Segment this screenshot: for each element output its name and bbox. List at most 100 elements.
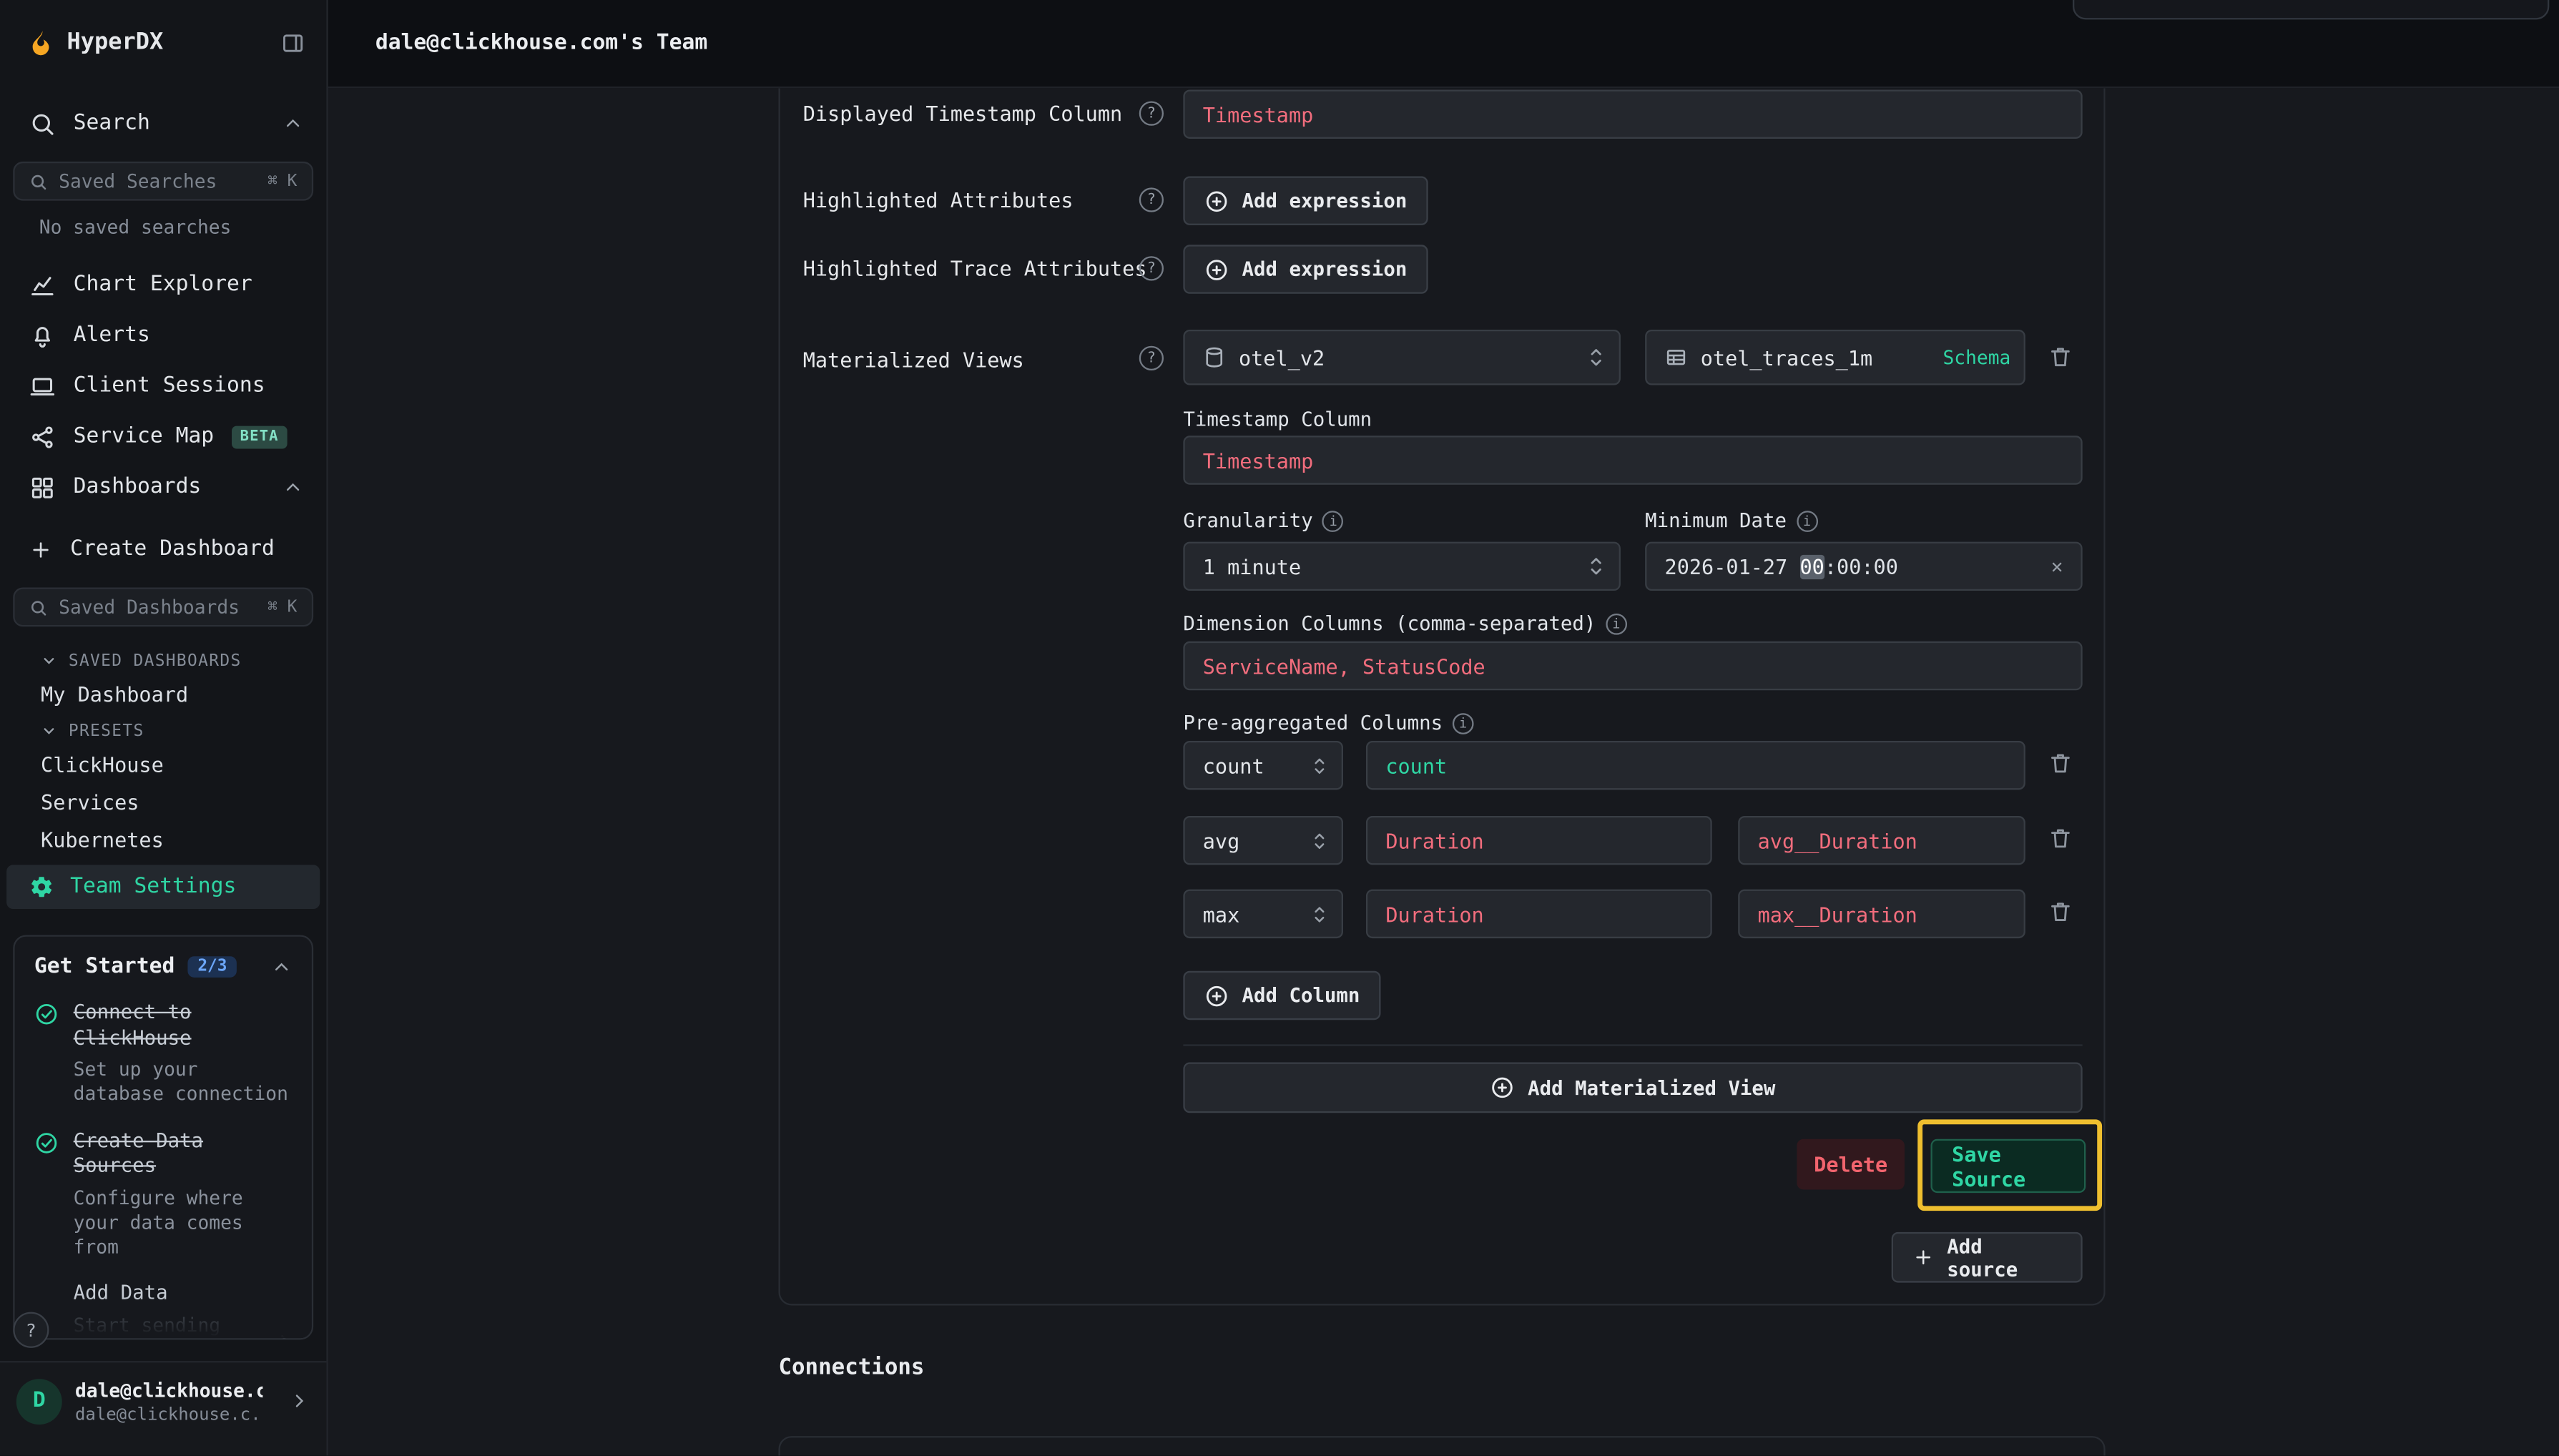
- mv-database-select[interactable]: otel_v2: [1183, 330, 1621, 385]
- add-materialized-view-button[interactable]: Add Materialized View: [1183, 1063, 2082, 1113]
- granularity-select[interactable]: 1 minute: [1183, 542, 1621, 591]
- source-settings-panel: Displayed Timestamp Column ? Timestamp H…: [778, 88, 2105, 1305]
- add-column-button[interactable]: Add Column: [1183, 971, 1381, 1020]
- add-expression-button[interactable]: Add expression: [1183, 176, 1428, 225]
- sidebar-item-label: Alerts: [74, 323, 150, 348]
- dimension-columns-input[interactable]: ServiceName, StatusCode: [1183, 641, 2082, 690]
- help-icon: ?: [1139, 187, 1164, 212]
- circle-plus-icon: [1204, 983, 1229, 1008]
- minimum-date-input[interactable]: 2026-01-27 00:00:00 ✕: [1645, 542, 2083, 591]
- hyperdx-flame-icon: [28, 29, 54, 56]
- chevron-up-icon[interactable]: [283, 476, 304, 498]
- collapse-sidebar-icon[interactable]: [280, 30, 305, 54]
- select-chevrons-icon: [1586, 554, 1606, 580]
- get-started-item-connect[interactable]: Connect to ClickHouse Set up your databa…: [34, 1000, 293, 1108]
- delete-column-icon[interactable]: [2048, 899, 2073, 923]
- aggregation-alias-input[interactable]: max__Duration: [1738, 890, 2025, 938]
- main-content: Displayed Timestamp Column ? Timestamp H…: [328, 88, 2559, 1455]
- add-expression-button[interactable]: Add expression: [1183, 245, 1428, 293]
- chevron-down-icon: [41, 653, 57, 669]
- team-settings-label: Team Settings: [70, 875, 236, 899]
- saved-dashboards-section-header[interactable]: SAVED DASHBOARDS: [0, 646, 326, 676]
- help-button[interactable]: ?: [13, 1312, 49, 1348]
- sidebar-item-label: Chart Explorer: [74, 272, 252, 297]
- app-title: HyperDX: [67, 29, 164, 56]
- delete-column-icon[interactable]: [2048, 751, 2073, 775]
- select-chevrons-icon: [1310, 828, 1328, 852]
- add-source-button[interactable]: Add source: [1892, 1232, 2083, 1283]
- saved-dashboards-placeholder: Saved Dashboards: [59, 596, 240, 619]
- presets-section-header[interactable]: PRESETS: [0, 717, 326, 746]
- aggregation-fn-select[interactable]: avg: [1183, 816, 1343, 865]
- search-icon: [29, 172, 47, 190]
- fade-overlay: [15, 1296, 312, 1338]
- user-email: dale@clickhouse.c...: [75, 1405, 262, 1424]
- sidebar-item-dashboards[interactable]: Dashboards: [0, 462, 326, 513]
- aggregation-alias-input[interactable]: avg__Duration: [1738, 816, 2025, 865]
- preset-item-kubernetes[interactable]: Kubernetes: [0, 821, 326, 858]
- help-icon: ?: [1139, 346, 1164, 370]
- sidebar-item-label: Client Sessions: [74, 374, 265, 398]
- dashboard-item-my-dashboard[interactable]: My Dashboard: [0, 676, 326, 713]
- chevron-up-icon[interactable]: [283, 112, 304, 134]
- info-icon: i: [1453, 712, 1474, 734]
- get-started-card: Get Started 2/3 Connect to ClickHouse Se…: [13, 935, 313, 1340]
- laptop-icon: [29, 373, 56, 399]
- saved-dashboards-input[interactable]: Saved Dashboards ⌘ K: [13, 587, 313, 626]
- user-name: dale@clickhouse.c...: [75, 1378, 262, 1405]
- user-menu[interactable]: D dale@clickhouse.c... dale@clickhouse.c…: [0, 1361, 326, 1455]
- schema-link[interactable]: Schema: [1942, 346, 2010, 369]
- create-dashboard-button[interactable]: Create Dashboard: [0, 523, 326, 574]
- aggregation-expression-input[interactable]: Duration: [1366, 816, 1712, 865]
- aggregation-expression-input[interactable]: Duration: [1366, 890, 1712, 938]
- delete-column-icon[interactable]: [2048, 826, 2073, 850]
- plus-icon: [29, 538, 52, 561]
- sidebar-item-label: Dashboards: [74, 475, 202, 499]
- service-map-icon: [29, 423, 56, 450]
- help-icon: ?: [1139, 256, 1164, 280]
- top-right-panel[interactable]: [2073, 0, 2549, 19]
- delete-source-button[interactable]: Delete: [1797, 1139, 1905, 1190]
- sidebar-item-client-sessions[interactable]: Client Sessions: [0, 360, 326, 411]
- minimum-date-label: Minimum Date i: [1645, 509, 1817, 532]
- mv-table-select[interactable]: otel_traces_1m Schema: [1645, 330, 2025, 385]
- sidebar-item-service-map[interactable]: Service Map BETA: [0, 411, 326, 462]
- check-circle-icon: [34, 1000, 61, 1108]
- no-saved-searches-note: No saved searches: [39, 215, 327, 238]
- grid-icon: [29, 474, 56, 501]
- sidebar-item-alerts[interactable]: Alerts: [0, 310, 326, 361]
- select-chevrons-icon: [1586, 344, 1606, 370]
- aggregation-expression-input[interactable]: count: [1366, 741, 2025, 790]
- aggregation-fn-select[interactable]: max: [1183, 890, 1343, 938]
- sidebar-item-team-settings[interactable]: Team Settings: [6, 865, 320, 909]
- preset-item-services[interactable]: Services: [0, 783, 326, 820]
- sidebar-item-search[interactable]: Search: [0, 98, 326, 149]
- shortcut-hint: ⌘ K: [267, 598, 297, 616]
- preset-item-clickhouse[interactable]: ClickHouse: [0, 746, 326, 783]
- progress-badge: 2/3: [188, 956, 237, 978]
- check-circle-icon: [34, 1128, 61, 1260]
- search-icon: [29, 598, 47, 616]
- circle-plus-icon: [1490, 1076, 1515, 1100]
- clear-date-icon[interactable]: ✕: [2051, 555, 2063, 578]
- displayed-timestamp-input[interactable]: Timestamp: [1183, 90, 2082, 139]
- plus-icon: [1912, 1246, 1934, 1268]
- divider: [1183, 1044, 2082, 1046]
- sidebar-item-chart-explorer[interactable]: Chart Explorer: [0, 260, 326, 310]
- get-started-header[interactable]: Get Started 2/3: [34, 955, 293, 979]
- get-started-item-sources[interactable]: Create Data Sources Configure where your…: [34, 1128, 293, 1260]
- mv-timestamp-column-input[interactable]: Timestamp: [1183, 436, 2082, 484]
- sidebar-item-label: Service Map: [74, 424, 214, 448]
- info-icon: i: [1322, 510, 1344, 531]
- get-started-title: Get Started: [34, 955, 175, 979]
- delete-materialized-view-icon[interactable]: [2048, 344, 2073, 368]
- logo-row: HyperDX: [0, 0, 326, 85]
- saved-searches-input[interactable]: Saved Searches ⌘ K: [13, 162, 313, 201]
- dimension-columns-label: Dimension Columns (comma-separated) i: [1183, 612, 1626, 635]
- bell-icon: [29, 323, 56, 349]
- aggregation-fn-select[interactable]: count: [1183, 741, 1343, 790]
- save-source-button[interactable]: Save Source: [1930, 1139, 2086, 1193]
- mv-timestamp-column-label: Timestamp Column: [1183, 408, 1372, 431]
- chevron-up-icon[interactable]: [271, 956, 293, 978]
- granularity-label: Granularity i: [1183, 509, 1344, 532]
